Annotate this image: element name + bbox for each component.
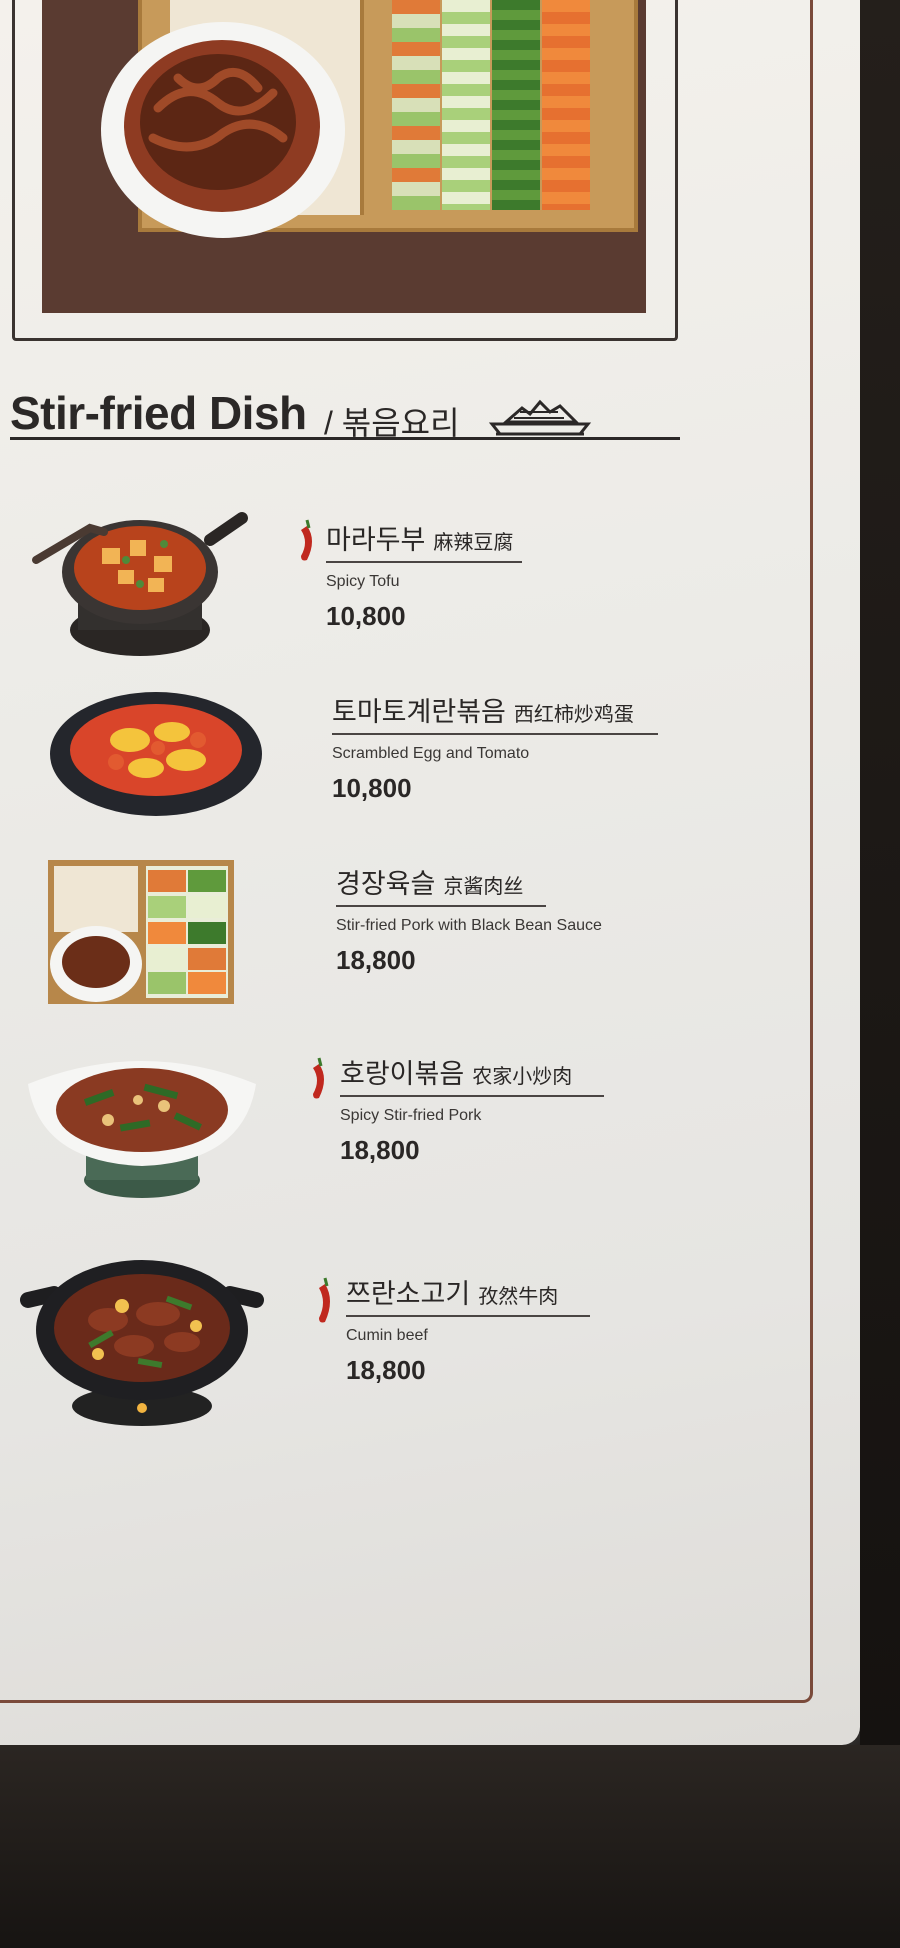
item-name-zh: 西红柿炒鸡蛋 bbox=[513, 704, 634, 726]
item-name-zh: 孜然牛肉 bbox=[478, 1286, 559, 1308]
item-price: 18,800 bbox=[336, 945, 416, 975]
item-price: 18,800 bbox=[346, 1355, 426, 1385]
item-name-en: Spicy Stir-fried Pork bbox=[340, 1107, 482, 1124]
item-name-zh: 麻辣豆腐 bbox=[433, 532, 514, 554]
previous-dish-photo bbox=[42, 0, 646, 313]
menu-item-jingjiang-pork: 경장육슬 京酱肉丝 Stir-fried Pork with Black Bean… bbox=[336, 862, 602, 976]
item-price: 18,800 bbox=[340, 1135, 420, 1165]
jingjiang-pork-photo bbox=[48, 860, 234, 1004]
item-rule bbox=[326, 561, 522, 563]
chili-pepper-icon bbox=[301, 519, 312, 561]
section-title: Stir-fried Dish bbox=[10, 387, 307, 439]
chili-pepper-icon bbox=[319, 1277, 330, 1323]
item-name-en: Cumin beef bbox=[346, 1327, 428, 1344]
item-name-ko: 마라두부 bbox=[326, 525, 426, 555]
item-price: 10,800 bbox=[326, 601, 406, 631]
item-name-en: Spicy Tofu bbox=[326, 573, 400, 590]
item-rule bbox=[340, 1095, 604, 1097]
item-rule bbox=[336, 905, 546, 907]
item-rule bbox=[346, 1315, 590, 1317]
menu-item-tiger-stir-fry: 호랑이볶음 农家小炒肉 Spicy Stir-fried Pork 18,800 bbox=[340, 1052, 604, 1166]
item-name-ko: 쯔란소고기 bbox=[346, 1279, 471, 1309]
item-price: 10,800 bbox=[332, 773, 412, 803]
item-name-zh: 京酱肉丝 bbox=[443, 876, 524, 898]
dark-floor bbox=[0, 1745, 900, 1948]
item-name-en: Scrambled Egg and Tomato bbox=[332, 745, 530, 762]
item-rule bbox=[332, 733, 658, 735]
cumin-beef-photo bbox=[20, 1260, 264, 1426]
item-name-zh: 农家小炒肉 bbox=[472, 1066, 573, 1088]
menu-item-cumin-beef: 쯔란소고기 孜然牛肉 Cumin beef 18,800 bbox=[346, 1272, 590, 1386]
menu-item-spicy-tofu: 마라두부 麻辣豆腐 Spicy Tofu 10,800 bbox=[326, 518, 522, 632]
tiger-stir-fry-photo bbox=[28, 1061, 256, 1198]
chili-pepper-icon bbox=[313, 1057, 324, 1099]
item-name-ko: 경장육슬 bbox=[336, 869, 436, 899]
section-rule bbox=[10, 437, 680, 440]
spicy-tofu-photo bbox=[32, 512, 248, 656]
dark-background bbox=[860, 0, 900, 1745]
pork-plate bbox=[101, 22, 345, 238]
item-name-ko: 호랑이볶음 bbox=[340, 1059, 465, 1089]
dish-cover-icon bbox=[488, 399, 592, 436]
menu-item-egg-tomato: 토마토계란볶음 西红柿炒鸡蛋 Scrambled Egg and Tomato 1… bbox=[332, 690, 658, 804]
egg-tomato-photo bbox=[50, 692, 262, 816]
item-name-ko: 토마토계란볶음 bbox=[332, 697, 506, 727]
item-name-en: Stir-fried Pork with Black Bean Sauce bbox=[336, 917, 602, 934]
